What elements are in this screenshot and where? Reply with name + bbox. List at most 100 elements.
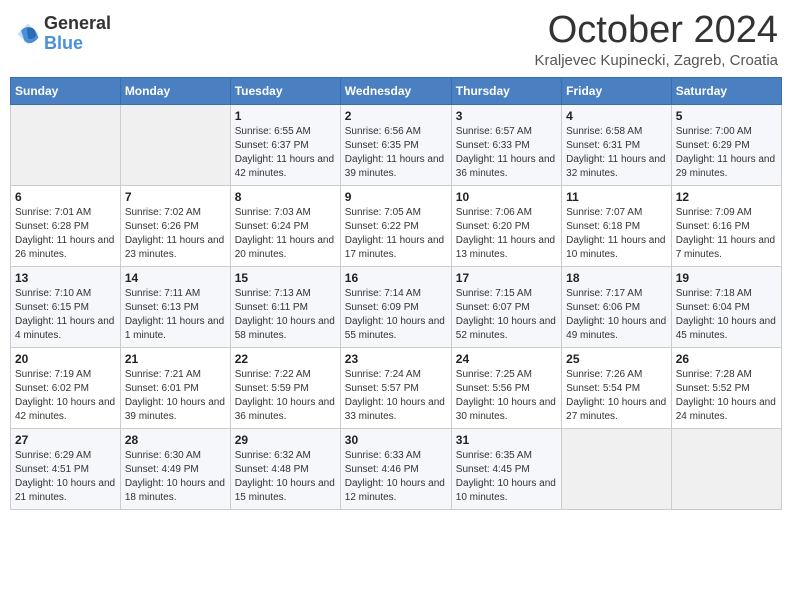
logo-icon (14, 20, 42, 48)
calendar-cell: 3Sunrise: 6:57 AMSunset: 6:33 PMDaylight… (451, 104, 561, 185)
day-number: 26 (676, 352, 777, 366)
day-number: 9 (345, 190, 447, 204)
logo: General Blue (14, 14, 111, 54)
calendar-cell (120, 104, 230, 185)
day-number: 29 (235, 433, 336, 447)
calendar-cell: 30 Sunrise: 6:33 AMSunset: 4:46 PMDayligh… (340, 428, 451, 509)
calendar-week-5: 27Sunrise: 6:29 AMSunset: 4:51 PMDayligh… (11, 428, 782, 509)
day-number: 28 (125, 433, 226, 447)
calendar-week-1: 1 Sunrise: 6:55 AMSunset: 6:37 PMDaylight… (11, 104, 782, 185)
day-number: 19 (676, 271, 777, 285)
day-info: Sunrise: 7:15 AMSunset: 6:07 PMDaylight:… (456, 287, 557, 343)
day-info: Sunrise: 7:05 AMSunset: 6:22 PMDaylight:… (345, 206, 447, 262)
day-info: Sunrise: 6:56 AMSunset: 6:35 PMDaylight:… (345, 125, 447, 181)
day-number: 4 (566, 109, 667, 123)
logo-blue: Blue (44, 34, 111, 54)
location: Kraljevec Kupinecki, Zagreb, Croatia (535, 52, 778, 69)
calendar-week-4: 20 Sunrise: 7:19 AMSunset: 6:02 PMDayligh… (11, 347, 782, 428)
calendar-cell: 9 Sunrise: 7:05 AMSunset: 6:22 PMDaylight… (340, 185, 451, 266)
day-info: Sunrise: 6:33 AMSunset: 4:46 PMDaylight:… (345, 449, 447, 505)
day-info: Sunrise: 6:29 AMSunset: 4:51 PMDaylight:… (15, 449, 116, 505)
header-sunday: Sunday (11, 77, 121, 104)
calendar-cell: 29Sunrise: 6:32 AMSunset: 4:48 PMDayligh… (230, 428, 340, 509)
day-info: Sunrise: 7:14 AMSunset: 6:09 PMDaylight:… (345, 287, 447, 343)
day-number: 5 (676, 109, 777, 123)
calendar-cell: 12 Sunrise: 7:09 AMSunset: 6:16 PMDayligh… (671, 185, 781, 266)
calendar-table: SundayMondayTuesdayWednesdayThursdayFrid… (10, 77, 782, 510)
page-header: General Blue October 2024 Kraljevec Kupi… (10, 10, 782, 69)
calendar-cell: 13Sunrise: 7:10 AMSunset: 6:15 PMDayligh… (11, 266, 121, 347)
day-info: Sunrise: 7:19 AMSunset: 6:02 PMDaylight:… (15, 368, 116, 424)
day-info: Sunrise: 7:18 AMSunset: 6:04 PMDaylight:… (676, 287, 777, 343)
day-info: Sunrise: 7:26 AMSunset: 5:54 PMDaylight:… (566, 368, 667, 424)
day-info: Sunrise: 7:24 AMSunset: 5:57 PMDaylight:… (345, 368, 447, 424)
day-number: 16 (345, 271, 447, 285)
calendar-cell: 1 Sunrise: 6:55 AMSunset: 6:37 PMDaylight… (230, 104, 340, 185)
calendar-cell: 4 Sunrise: 6:58 AMSunset: 6:31 PMDaylight… (562, 104, 672, 185)
day-info: Sunrise: 7:11 AMSunset: 6:13 PMDaylight:… (125, 287, 226, 343)
day-info: Sunrise: 6:58 AMSunset: 6:31 PMDaylight:… (566, 125, 667, 181)
calendar-week-2: 6 Sunrise: 7:01 AMSunset: 6:28 PMDaylight… (11, 185, 782, 266)
calendar-cell: 15Sunrise: 7:13 AMSunset: 6:11 PMDayligh… (230, 266, 340, 347)
header-monday: Monday (120, 77, 230, 104)
day-info: Sunrise: 7:07 AMSunset: 6:18 PMDaylight:… (566, 206, 667, 262)
calendar-cell: 2 Sunrise: 6:56 AMSunset: 6:35 PMDaylight… (340, 104, 451, 185)
day-number: 7 (125, 190, 226, 204)
day-number: 21 (125, 352, 226, 366)
day-number: 12 (676, 190, 777, 204)
calendar-cell: 26 Sunrise: 7:28 AMSunset: 5:52 PMDayligh… (671, 347, 781, 428)
day-number: 10 (456, 190, 557, 204)
day-info: Sunrise: 6:55 AMSunset: 6:37 PMDaylight:… (235, 125, 336, 181)
day-info: Sunrise: 7:22 AMSunset: 5:59 PMDaylight:… (235, 368, 336, 424)
header-tuesday: Tuesday (230, 77, 340, 104)
day-number: 14 (125, 271, 226, 285)
day-info: Sunrise: 7:03 AMSunset: 6:24 PMDaylight:… (235, 206, 336, 262)
day-number: 22 (235, 352, 336, 366)
logo-general: General (44, 14, 111, 34)
day-info: Sunrise: 7:17 AMSunset: 6:06 PMDaylight:… (566, 287, 667, 343)
day-number: 17 (456, 271, 557, 285)
day-number: 31 (456, 433, 557, 447)
month-title: October 2024 (535, 10, 778, 52)
calendar-cell: 21 Sunrise: 7:21 AMSunset: 6:01 PMDayligh… (120, 347, 230, 428)
calendar-week-3: 13Sunrise: 7:10 AMSunset: 6:15 PMDayligh… (11, 266, 782, 347)
title-block: October 2024 Kraljevec Kupinecki, Zagreb… (535, 10, 778, 69)
day-number: 15 (235, 271, 336, 285)
day-number: 11 (566, 190, 667, 204)
day-info: Sunrise: 7:06 AMSunset: 6:20 PMDaylight:… (456, 206, 557, 262)
header-wednesday: Wednesday (340, 77, 451, 104)
day-info: Sunrise: 7:01 AMSunset: 6:28 PMDaylight:… (15, 206, 116, 262)
day-number: 6 (15, 190, 116, 204)
header-thursday: Thursday (451, 77, 561, 104)
calendar-cell: 14 Sunrise: 7:11 AMSunset: 6:13 PMDayligh… (120, 266, 230, 347)
day-info: Sunrise: 7:28 AMSunset: 5:52 PMDaylight:… (676, 368, 777, 424)
calendar-cell: 22 Sunrise: 7:22 AMSunset: 5:59 PMDayligh… (230, 347, 340, 428)
day-number: 30 (345, 433, 447, 447)
day-number: 20 (15, 352, 116, 366)
header-friday: Friday (562, 77, 672, 104)
day-info: Sunrise: 7:21 AMSunset: 6:01 PMDaylight:… (125, 368, 226, 424)
calendar-cell: 31Sunrise: 6:35 AMSunset: 4:45 PMDayligh… (451, 428, 561, 509)
day-info: Sunrise: 7:09 AMSunset: 6:16 PMDaylight:… (676, 206, 777, 262)
calendar-cell: 7Sunrise: 7:02 AMSunset: 6:26 PMDaylight… (120, 185, 230, 266)
day-info: Sunrise: 7:00 AMSunset: 6:29 PMDaylight:… (676, 125, 777, 181)
calendar-cell: 17 Sunrise: 7:15 AMSunset: 6:07 PMDayligh… (451, 266, 561, 347)
calendar-cell (562, 428, 672, 509)
calendar-cell: 27Sunrise: 6:29 AMSunset: 4:51 PMDayligh… (11, 428, 121, 509)
day-number: 25 (566, 352, 667, 366)
day-info: Sunrise: 7:25 AMSunset: 5:56 PMDaylight:… (456, 368, 557, 424)
calendar-cell: 5 Sunrise: 7:00 AMSunset: 6:29 PMDaylight… (671, 104, 781, 185)
calendar-cell: 11 Sunrise: 7:07 AMSunset: 6:18 PMDayligh… (562, 185, 672, 266)
calendar-cell: 25 Sunrise: 7:26 AMSunset: 5:54 PMDayligh… (562, 347, 672, 428)
calendar-cell (671, 428, 781, 509)
calendar-cell: 6 Sunrise: 7:01 AMSunset: 6:28 PMDaylight… (11, 185, 121, 266)
day-number: 13 (15, 271, 116, 285)
calendar-cell: 18 Sunrise: 7:17 AMSunset: 6:06 PMDayligh… (562, 266, 672, 347)
day-number: 18 (566, 271, 667, 285)
calendar-cell: 19 Sunrise: 7:18 AMSunset: 6:04 PMDayligh… (671, 266, 781, 347)
calendar-cell: 20 Sunrise: 7:19 AMSunset: 6:02 PMDayligh… (11, 347, 121, 428)
calendar-cell: 24Sunrise: 7:25 AMSunset: 5:56 PMDayligh… (451, 347, 561, 428)
day-number: 1 (235, 109, 336, 123)
day-number: 2 (345, 109, 447, 123)
day-number: 3 (456, 109, 557, 123)
